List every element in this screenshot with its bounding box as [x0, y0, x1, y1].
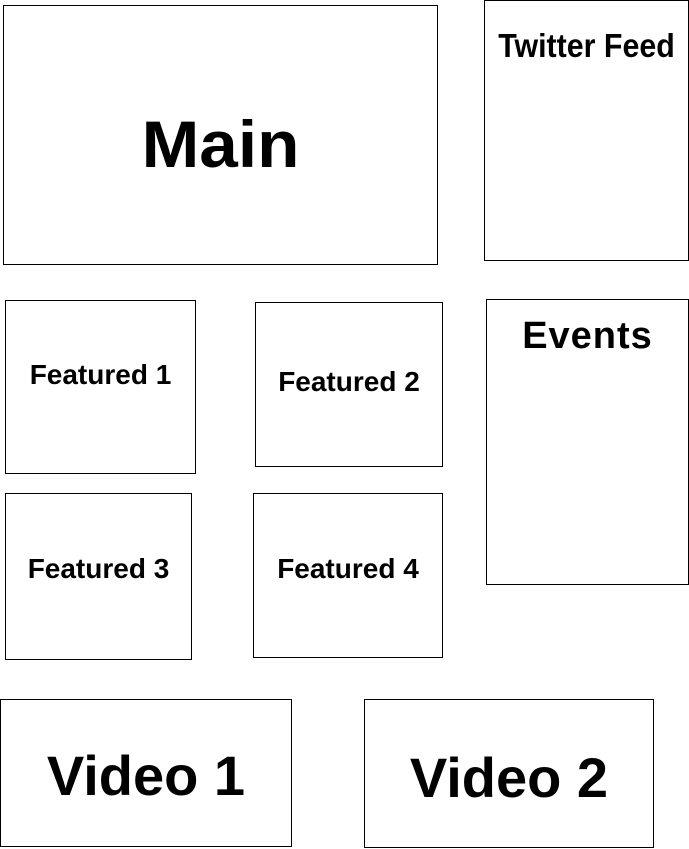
video-2-block: Video 2: [364, 699, 654, 848]
main-block: Main: [3, 5, 438, 265]
video-1-label: Video 1: [46, 744, 246, 807]
video-2-label: Video 2: [409, 746, 609, 809]
featured-1-label: Featured 1: [29, 359, 172, 390]
featured-2-label: Featured 2: [278, 366, 420, 397]
events-label: Events: [522, 315, 653, 357]
featured-1-block: Featured 1: [5, 300, 196, 474]
events-block: Events: [486, 299, 689, 585]
featured-3-block: Featured 3: [5, 493, 192, 660]
featured-4-block: Featured 4: [253, 493, 443, 658]
twitter-feed-block: Twitter Feed: [484, 0, 689, 261]
featured-2-block: Featured 2: [255, 302, 443, 467]
video-1-block: Video 1: [0, 699, 292, 847]
featured-3-label: Featured 3: [27, 553, 170, 584]
twitter-feed-label: Twitter Feed: [498, 27, 675, 64]
main-label: Main: [141, 107, 300, 181]
featured-4-label: Featured 4: [277, 553, 419, 584]
